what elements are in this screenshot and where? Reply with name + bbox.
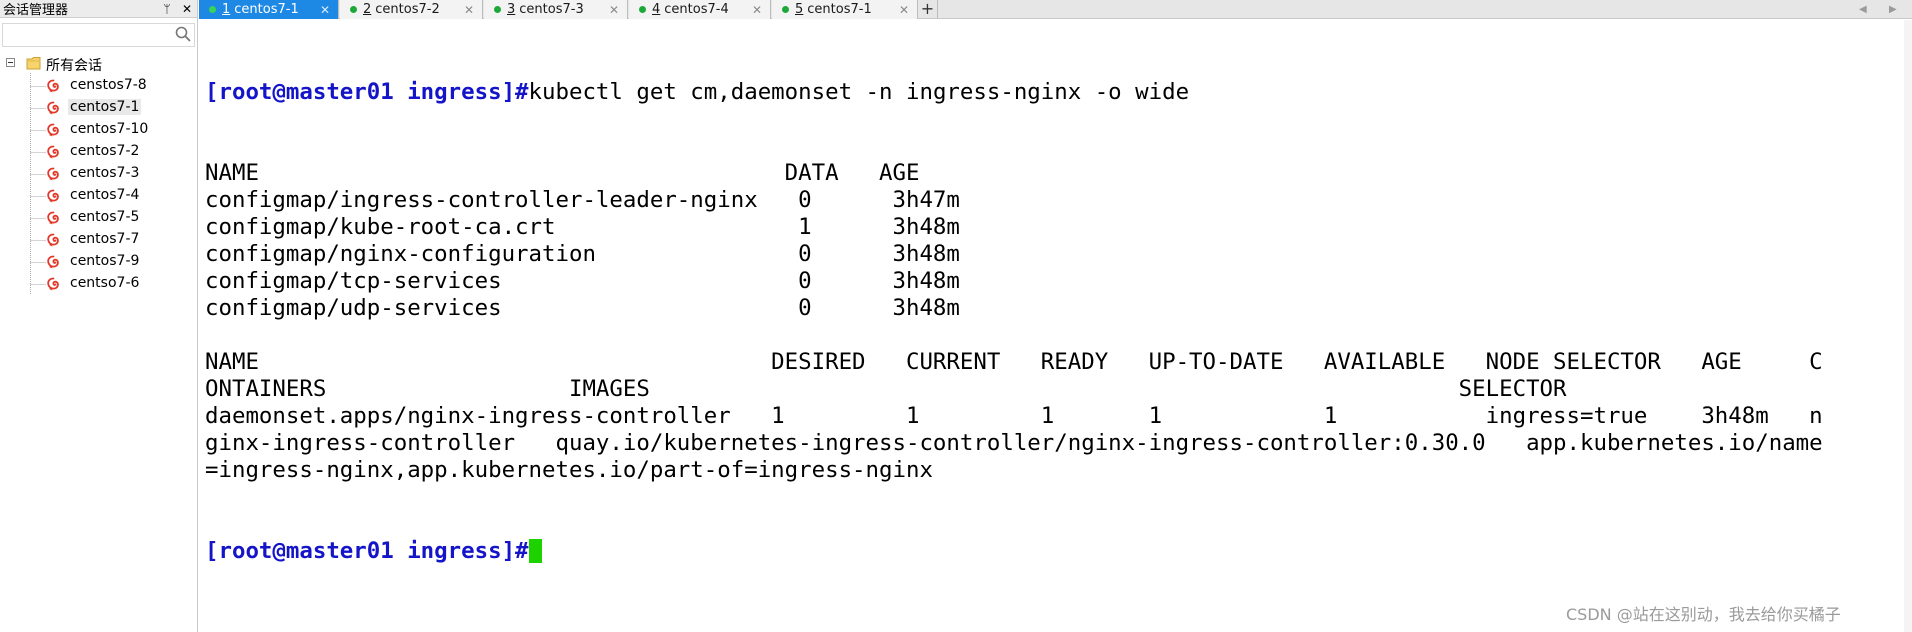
session-manager-title: 会话管理器 xyxy=(3,3,69,18)
tab-number: 3 xyxy=(507,2,516,17)
command-output: NAME DATA AGE configmap/ingress-controlle… xyxy=(205,160,1905,484)
tab-scroll-right-icon[interactable]: ▶ xyxy=(1889,0,1897,19)
session-item[interactable]: centso7-6 xyxy=(0,273,197,295)
session-item[interactable]: censtos7-8 xyxy=(0,75,197,97)
tab-5[interactable]: 5 centos7-1 ✕ xyxy=(772,0,918,19)
command-line: [root@master01 ingress]#kubectl get cm,d… xyxy=(205,79,1905,106)
session-label: centos7-2 xyxy=(70,143,140,159)
session-tree: 所有会话 censtos7-8 centos7-1 centos7-10 centos… xyxy=(0,53,197,295)
tab-label: centos7-2 xyxy=(375,2,440,17)
new-tab-button[interactable]: + xyxy=(918,0,938,19)
output-line: configmap/ingress-controller-leader-ngin… xyxy=(205,187,960,213)
session-search-box[interactable] xyxy=(2,23,195,47)
terminal-output[interactable]: [root@master01 ingress]#kubectl get cm,d… xyxy=(205,25,1905,625)
output-line: configmap/kube-root-ca.crt 1 3h48m xyxy=(205,214,960,240)
output-line: ONTAINERS IMAGES SELECTOR xyxy=(205,376,1567,402)
session-label: centos7-1 xyxy=(68,99,142,115)
session-item[interactable]: centos7-1 xyxy=(0,97,197,119)
session-manager-panel: 会话管理器 ᛘ ✕ 所有会话 censtos7-8 centos7-1 cent… xyxy=(0,0,198,632)
session-label: centso7-6 xyxy=(70,275,140,291)
session-item[interactable]: centos7-2 xyxy=(0,141,197,163)
tab-2[interactable]: 2 centos7-2 ✕ xyxy=(340,0,483,19)
tab-4[interactable]: 4 centos7-4 ✕ xyxy=(629,0,771,19)
session-item[interactable]: centos7-9 xyxy=(0,251,197,273)
session-swirl-icon xyxy=(47,167,59,181)
session-label: centos7-4 xyxy=(70,187,140,203)
session-swirl-icon xyxy=(47,211,59,225)
session-manager-titlebar: 会话管理器 ᛘ ✕ xyxy=(0,0,197,18)
current-prompt-line: [root@master01 ingress]# xyxy=(205,538,1905,565)
watermark: CSDN @站在这别动，我去给你买橘子 xyxy=(1566,605,1841,624)
terminal-scrollbar[interactable] xyxy=(1904,20,1912,632)
session-swirl-icon xyxy=(47,233,59,247)
tab-label: centos7-3 xyxy=(519,2,584,17)
output-line: =ingress-nginx,app.kubernetes.io/part-of… xyxy=(205,457,933,483)
tab-label: centos7-4 xyxy=(664,2,729,17)
session-search-input[interactable] xyxy=(3,24,171,45)
session-label: centos7-9 xyxy=(70,253,140,269)
typed-command: kubectl get cm,daemonset -n ingress-ngin… xyxy=(528,79,1190,105)
output-line: daemonset.apps/nginx-ingress-controller … xyxy=(205,403,1823,429)
session-item[interactable]: centos7-5 xyxy=(0,207,197,229)
tab-3[interactable]: 3 centos7-3 ✕ xyxy=(484,0,628,19)
connection-status-dot-icon xyxy=(639,6,646,13)
session-label: centos7-10 xyxy=(70,121,149,137)
tab-close-icon[interactable]: ✕ xyxy=(320,3,330,17)
tab-number: 1 xyxy=(222,2,231,17)
tab-close-icon[interactable]: ✕ xyxy=(899,3,909,17)
tab-close-icon[interactable]: ✕ xyxy=(464,3,474,17)
session-swirl-icon xyxy=(47,255,59,269)
folder-icon xyxy=(26,57,41,70)
tree-root-all-sessions[interactable]: 所有会话 xyxy=(0,53,197,75)
connection-status-dot-icon xyxy=(350,6,357,13)
session-item[interactable]: centos7-10 xyxy=(0,119,197,141)
output-line: configmap/nginx-configuration 0 3h48m xyxy=(205,241,960,267)
output-line: configmap/tcp-services 0 3h48m xyxy=(205,268,960,294)
tab-close-icon[interactable]: ✕ xyxy=(752,3,762,17)
text-cursor xyxy=(528,539,542,563)
shell-prompt-current: [root@master01 ingress]# xyxy=(205,538,529,564)
session-swirl-icon xyxy=(47,123,59,137)
search-icon[interactable] xyxy=(174,25,192,43)
session-swirl-icon xyxy=(47,79,59,93)
tab-1[interactable]: 1 centos7-1 ✕ xyxy=(199,0,339,19)
tab-number: 2 xyxy=(363,2,372,17)
tab-close-icon[interactable]: ✕ xyxy=(609,3,619,17)
session-tab-bar: 1 centos7-1 ✕ 2 centos7-2 ✕ 3 centos7-3 ✕ 4 centos… xyxy=(199,0,1912,19)
output-line: configmap/udp-services 0 3h48m xyxy=(205,295,960,321)
session-label: centos7-7 xyxy=(70,231,140,247)
collapse-toggle-icon[interactable] xyxy=(6,58,15,67)
shell-prompt: [root@master01 ingress]# xyxy=(205,79,529,105)
session-item[interactable]: centos7-7 xyxy=(0,229,197,251)
tab-number: 4 xyxy=(652,2,661,17)
close-panel-icon[interactable]: ✕ xyxy=(177,2,197,16)
tab-number: 5 xyxy=(795,2,804,17)
tree-root-label: 所有会话 xyxy=(46,58,102,74)
output-line: NAME DATA AGE xyxy=(205,160,920,186)
pin-icon[interactable]: ᛘ xyxy=(157,2,177,16)
session-swirl-icon xyxy=(47,145,59,159)
session-swirl-icon xyxy=(47,189,59,203)
connection-status-dot-icon xyxy=(494,6,501,13)
session-label: censtos7-8 xyxy=(70,77,147,93)
session-item[interactable]: centos7-3 xyxy=(0,163,197,185)
session-label: centos7-5 xyxy=(70,209,140,225)
session-swirl-icon xyxy=(47,277,59,291)
session-item[interactable]: centos7-4 xyxy=(0,185,197,207)
session-swirl-icon xyxy=(47,101,59,115)
connection-status-dot-icon xyxy=(782,6,789,13)
session-label: centos7-3 xyxy=(70,165,140,181)
session-list: censtos7-8 centos7-1 centos7-10 centos7-2 ce… xyxy=(0,75,197,295)
tab-label: centos7-1 xyxy=(234,2,299,17)
tab-label: centos7-1 xyxy=(807,2,872,17)
tab-scroll-left-icon[interactable]: ◀ xyxy=(1859,0,1867,19)
connection-status-dot-icon xyxy=(209,6,216,13)
output-line: ginx-ingress-controller quay.io/kubernet… xyxy=(205,430,1823,456)
output-line: NAME DESIRED CURRENT READY UP-TO-DATE AV… xyxy=(205,349,1823,375)
